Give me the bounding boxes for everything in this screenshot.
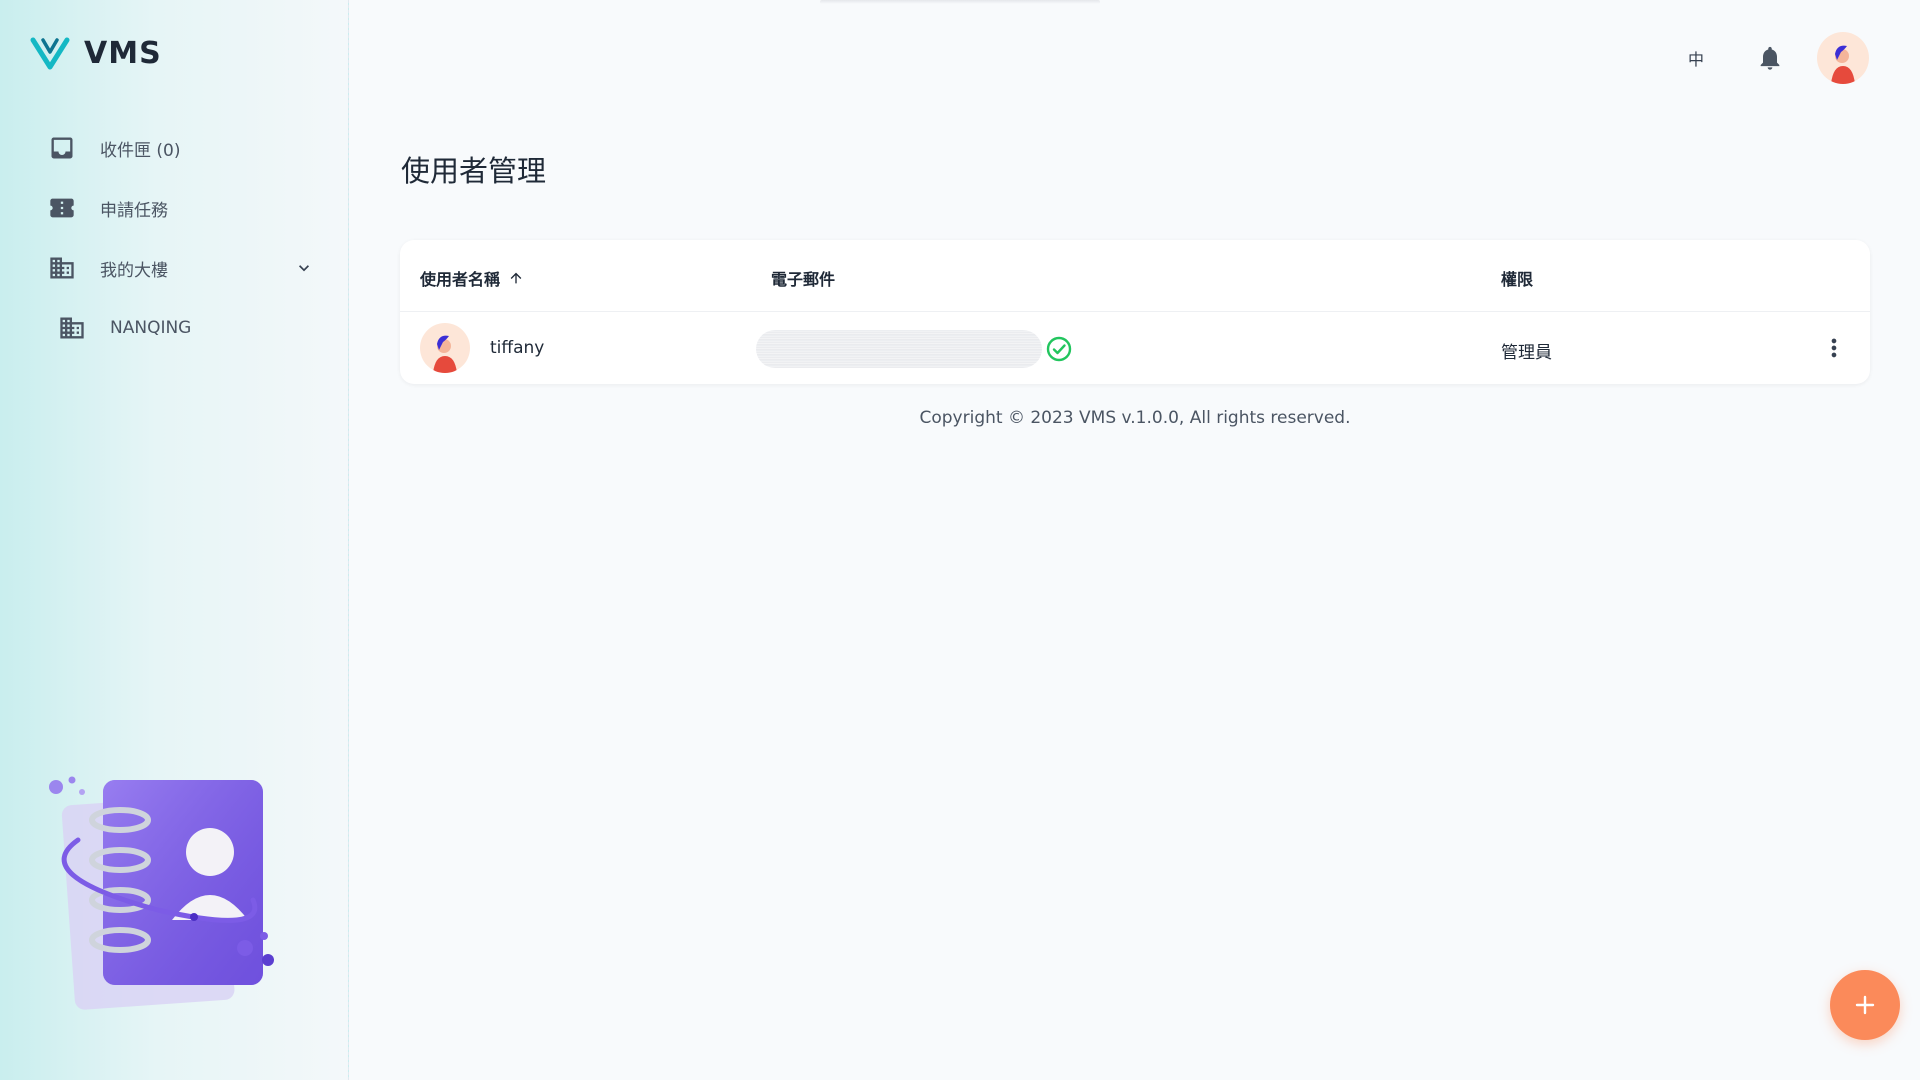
building-icon: [50, 257, 74, 279]
brand[interactable]: VMS: [30, 34, 162, 72]
user-avatar-illustration: [1831, 45, 1855, 84]
add-user-button[interactable]: [1830, 970, 1900, 1040]
page-title: 使用者管理: [401, 154, 547, 188]
language-switch[interactable]: 中: [1688, 46, 1704, 70]
column-header-role: 權限: [1501, 270, 1534, 289]
top-bar-shadow: [820, 0, 1100, 4]
more-vertical-icon[interactable]: [1820, 334, 1848, 362]
sidebar-item-label: 我的大樓: [100, 260, 168, 281]
brand-name: VMS: [84, 35, 162, 71]
username-cell: tiffany: [490, 338, 545, 358]
table-row[interactable]: tiffany 管理員: [400, 312, 1870, 384]
sidebar-item-my-buildings[interactable]: 我的大樓: [48, 238, 318, 298]
sidebar: VMS 收件匣 (0) 申請任務 我的大樓 NANQING: [0, 0, 349, 1080]
avatar[interactable]: [1817, 32, 1869, 84]
avatar: [420, 323, 470, 373]
address-book-illustration: [49, 776, 274, 1010]
arrow-up-icon: [510, 272, 522, 284]
ticket-icon: [50, 198, 74, 218]
building-icon: [60, 317, 84, 339]
app: VMS 收件匣 (0) 申請任務 我的大樓 NANQING 中 使用者管理 使用…: [0, 0, 1920, 1080]
user-avatar-illustration: [433, 335, 457, 373]
sidebar-item-label: 申請任務: [100, 200, 168, 221]
plus-icon: [1855, 995, 1875, 1015]
role-cell: 管理員: [1501, 343, 1552, 363]
sidebar-item-tasks[interactable]: 申請任務: [48, 178, 318, 238]
sidebar-item-nanqing[interactable]: NANQING: [48, 298, 318, 358]
copyright-footer: Copyright © 2023 VMS v.1.0.0, All rights…: [919, 408, 1351, 428]
vms-logo-icon: [30, 37, 70, 70]
sidebar-item-label: 收件匣 (0): [100, 140, 181, 161]
check-circle-icon: [1046, 336, 1072, 362]
chevron-down-icon[interactable]: [290, 258, 318, 278]
sidebar-item-inbox[interactable]: 收件匣 (0): [48, 118, 318, 178]
sidebar-nav: 收件匣 (0) 申請任務 我的大樓 NANQING: [48, 118, 318, 358]
column-header-username[interactable]: 使用者名稱: [420, 266, 524, 290]
inbox-icon: [51, 137, 73, 159]
user-table: 使用者名稱 電子郵件 權限 tiffany 管理員: [400, 240, 1870, 384]
sidebar-item-label: NANQING: [110, 318, 192, 338]
table-header: 使用者名稱 電子郵件 權限: [400, 240, 1870, 312]
bell-icon[interactable]: [1756, 44, 1784, 72]
column-header-email: 電子郵件: [771, 270, 836, 289]
email-redacted: [756, 330, 1042, 368]
